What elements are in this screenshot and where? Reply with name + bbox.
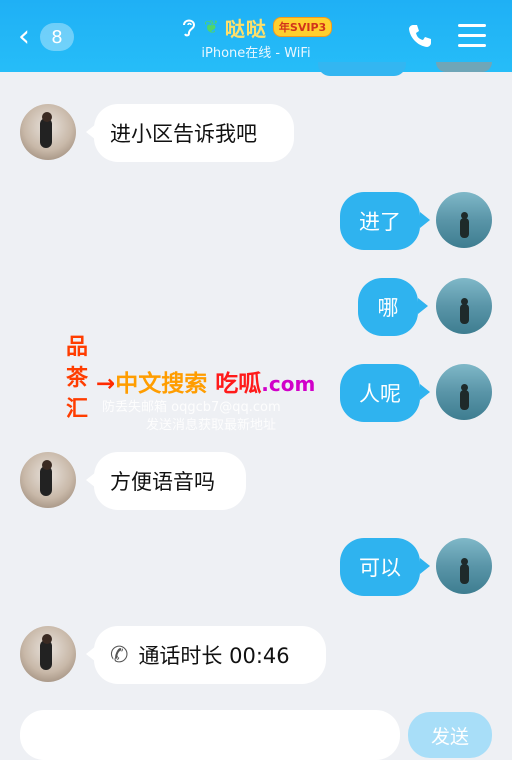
message-bubble-incoming[interactable]: 方便语音吗 <box>94 452 246 510</box>
previous-avatar <box>436 62 492 72</box>
online-status: iPhone在线 - WiFi <box>201 46 311 61</box>
my-avatar[interactable] <box>436 278 492 334</box>
chevron-left-icon: ‹ <box>18 19 30 54</box>
message-bubble-outgoing[interactable]: 可以 <box>340 538 420 596</box>
bubble-tail <box>418 298 428 314</box>
call-duration: 通话时长 00:46 <box>138 644 290 668</box>
my-avatar[interactable] <box>436 538 492 594</box>
my-avatar[interactable] <box>436 364 492 420</box>
bubble-tail <box>420 558 430 574</box>
ear-icon <box>182 19 195 37</box>
contact-avatar[interactable] <box>20 626 76 682</box>
contact-avatar[interactable] <box>20 452 76 508</box>
sprout-icon: ❦ <box>203 16 219 38</box>
chat-title[interactable]: ❦ 哒哒 年SVIP3 iPhone在线 - WiFi <box>150 14 362 61</box>
watermark-email: 防丢失邮箱 oqgcb7@qq.com <box>102 400 281 415</box>
vip-badge: 年SVIP3 <box>272 17 333 37</box>
contact-name: 哒哒 <box>224 16 267 41</box>
phone-icon[interactable] <box>406 22 434 50</box>
bubble-tail <box>420 384 430 400</box>
call-record-bubble[interactable]: ✆ 通话时长 00:46 <box>94 626 326 684</box>
back-button[interactable]: ‹ 8 <box>18 22 88 52</box>
message-bubble-incoming[interactable]: 进小区告诉我吧 <box>94 104 294 162</box>
watermark: 品 茶 汇 →中文搜索 吃呱.com 防丢失邮箱 oqgcb7@qq.com 发… <box>66 332 396 433</box>
send-button[interactable]: 发送 <box>408 712 492 758</box>
watermark-note: 发送消息获取最新地址 <box>146 418 277 433</box>
message-input[interactable] <box>20 710 400 760</box>
message-bubble-outgoing[interactable]: 进了 <box>340 192 420 250</box>
bubble-tail <box>420 212 430 228</box>
my-avatar[interactable] <box>436 192 492 248</box>
unread-count-badge: 8 <box>40 23 74 51</box>
call-icon: ✆ <box>110 642 129 668</box>
contact-avatar[interactable] <box>20 104 76 160</box>
watermark-logo-column: 品 茶 汇 <box>66 335 89 422</box>
watermark-site-name: →中文搜索 吃呱.com <box>96 371 316 397</box>
menu-icon[interactable] <box>458 24 486 48</box>
previous-message-bubble <box>318 62 406 76</box>
message-bubble-outgoing[interactable]: 哪 <box>358 278 418 336</box>
